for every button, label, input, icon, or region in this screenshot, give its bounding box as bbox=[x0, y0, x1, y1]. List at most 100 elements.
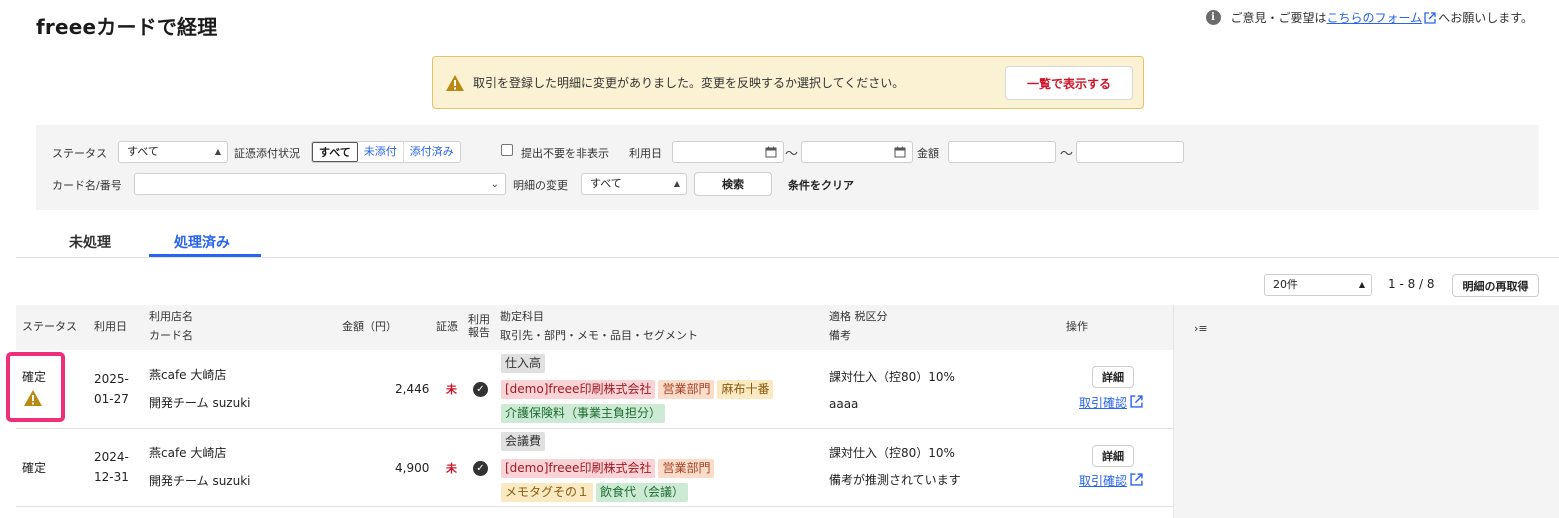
row-amount: 4,900 bbox=[395, 461, 430, 475]
memo-tag: 麻布十番 bbox=[717, 380, 774, 399]
table-row[interactable]: 確定 2025- 01-27 燕cafe 大崎店 開発チーム suzuki 2,… bbox=[16, 351, 1173, 429]
item-tag: 飲食代（会議） bbox=[596, 483, 689, 502]
header-report-2: 報告 bbox=[468, 326, 490, 339]
calendar-icon[interactable] bbox=[894, 146, 906, 158]
partner-tag: [demo]freee印刷株式会社 bbox=[501, 380, 656, 399]
select-arrows-icon: ▲ bbox=[214, 147, 221, 156]
feedback-form-link[interactable]: こちらのフォーム bbox=[1327, 9, 1423, 26]
row-tags-line2: 介護保険料（事業主負担分） bbox=[501, 404, 668, 423]
table-header: ステータス 利用日 利用店名 カード名 金額（円） 証憑 利用 報告 勘定科目 … bbox=[16, 305, 1173, 350]
header-card: カード名 bbox=[149, 329, 193, 342]
attach-option-all[interactable]: すべて bbox=[312, 142, 358, 162]
header-account: 勘定科目 bbox=[500, 310, 544, 323]
hide-unneeded-label: 提出不要を非表示 bbox=[521, 147, 609, 160]
row-tax: 課対仕入（控80）10% bbox=[829, 446, 955, 460]
header-status: ステータス bbox=[22, 320, 77, 333]
change-filter-label: 明細の変更 bbox=[513, 179, 568, 192]
account-tag: 会議費 bbox=[501, 432, 546, 451]
row-store: 燕cafe 大崎店 bbox=[149, 446, 227, 460]
clear-filters-button[interactable]: 条件をクリア bbox=[788, 177, 854, 193]
expand-panel-icon[interactable]: ›≡ bbox=[1194, 322, 1208, 335]
hide-unneeded-checkbox[interactable] bbox=[501, 144, 513, 156]
status-filter-label: ステータス bbox=[52, 147, 107, 160]
header-memo: 備考 bbox=[829, 329, 851, 342]
detail-button[interactable]: 詳細 bbox=[1092, 366, 1134, 388]
header-amount: 金額（円） bbox=[342, 320, 397, 333]
header-report-1: 利用 bbox=[468, 313, 490, 326]
search-button[interactable]: 検索 bbox=[694, 172, 772, 196]
change-select-value: すべて bbox=[590, 177, 622, 190]
row-tags-line1: [demo]freee印刷株式会社 営業部門 bbox=[501, 459, 717, 478]
card-select[interactable]: ⌄ bbox=[134, 173, 506, 195]
tab-processed[interactable]: 処理済み bbox=[174, 232, 230, 252]
row-tax: 課対仕入（控80）10% bbox=[829, 370, 955, 384]
attach-option-unattached[interactable]: 未添付 bbox=[358, 142, 404, 162]
date-from-input[interactable] bbox=[672, 141, 784, 163]
amount-max-input[interactable] bbox=[1076, 141, 1184, 163]
row-evidence-status: 未 bbox=[446, 383, 457, 396]
row-date-day: 12-31 bbox=[94, 470, 129, 484]
status-select[interactable]: すべて ▲ bbox=[118, 141, 228, 163]
department-tag: 営業部門 bbox=[658, 380, 715, 399]
row-card: 開発チーム suzuki bbox=[149, 396, 251, 410]
feedback-suffix: へお願いします。 bbox=[1438, 11, 1533, 25]
row-date-year: 2025- bbox=[94, 372, 129, 386]
report-check-icon: ✓ bbox=[473, 459, 488, 476]
row-date-year: 2024- bbox=[94, 450, 129, 464]
change-select[interactable]: すべて ▲ bbox=[581, 173, 687, 195]
row-evidence-status: 未 bbox=[446, 462, 457, 475]
select-arrows-icon: ▲ bbox=[1358, 280, 1365, 289]
attach-option-attached[interactable]: 添付済み bbox=[404, 142, 460, 162]
row-tags-line2: メモタグその１ 飲食代（会議） bbox=[501, 483, 691, 502]
row-status: 確定 bbox=[22, 461, 47, 475]
tab-unprocessed[interactable]: 未処理 bbox=[69, 232, 111, 252]
amount-filter-label: 金額 bbox=[917, 147, 939, 160]
account-tag: 仕入高 bbox=[501, 354, 546, 373]
row-tags-line1: [demo]freee印刷株式会社 営業部門 麻布十番 bbox=[501, 380, 776, 399]
header-qualified-tax: 適格 税区分 bbox=[829, 310, 888, 323]
confirm-transaction-link[interactable]: 取引確認 bbox=[1079, 394, 1145, 411]
row-memo: 備考が推測されています bbox=[829, 473, 961, 487]
row-store: 燕cafe 大崎店 bbox=[149, 368, 227, 382]
row-account: 仕入高 bbox=[501, 354, 548, 373]
select-arrows-icon: ▲ bbox=[673, 179, 680, 188]
external-link-icon[interactable] bbox=[1424, 11, 1436, 24]
confirm-transaction-link[interactable]: 取引確認 bbox=[1079, 472, 1145, 489]
amount-min-input[interactable] bbox=[948, 141, 1056, 163]
feedback-notice: i ご意見・ご要望は こちらのフォーム へお願いします。 bbox=[1205, 9, 1533, 26]
info-icon: i bbox=[1205, 10, 1221, 25]
item-tag: 介護保険料（事業主負担分） bbox=[501, 404, 666, 423]
pagination-range: 1 - 8 / 8 bbox=[1388, 277, 1435, 291]
header-actions: 操作 bbox=[1066, 320, 1088, 333]
row-memo: aaaa bbox=[829, 397, 859, 411]
change-alert: 取引を登録した明細に変更がありました。変更を反映するか選択してください。 一覧で… bbox=[432, 56, 1144, 109]
amount-range-separator: 〜 bbox=[1060, 147, 1074, 162]
external-link-icon[interactable] bbox=[1130, 395, 1143, 408]
status-select-value: すべて bbox=[127, 145, 159, 158]
card-filter-label: カード名/番号 bbox=[52, 179, 122, 192]
report-check-icon: ✓ bbox=[473, 380, 488, 397]
per-page-select[interactable]: 20件 ▲ bbox=[1264, 274, 1372, 296]
header-details: 取引先・部門・メモ・品目・セグメント bbox=[500, 329, 698, 342]
row-date-day: 01-27 bbox=[94, 392, 129, 406]
per-page-value: 20件 bbox=[1273, 278, 1298, 291]
partner-tag: [demo]freee印刷株式会社 bbox=[501, 459, 656, 478]
highlight-box bbox=[6, 352, 65, 422]
detail-button[interactable]: 詳細 bbox=[1092, 445, 1134, 467]
external-link-icon[interactable] bbox=[1130, 473, 1143, 486]
feedback-prefix: ご意見・ご要望は bbox=[1230, 11, 1327, 25]
side-panel: ›≡ bbox=[1173, 305, 1559, 518]
table-row[interactable]: 確定 2024- 12-31 燕cafe 大崎店 開発チーム suzuki 4,… bbox=[16, 429, 1173, 507]
date-to-input[interactable] bbox=[801, 141, 913, 163]
row-card: 開発チーム suzuki bbox=[149, 474, 251, 488]
warning-icon bbox=[446, 74, 464, 91]
filter-panel: ステータス すべて ▲ 証憑添付状況 すべて 未添付 添付済み 提出不要を非表示… bbox=[36, 125, 1539, 210]
header-date: 利用日 bbox=[94, 320, 127, 333]
memo-tag: メモタグその１ bbox=[501, 483, 594, 502]
department-tag: 営業部門 bbox=[658, 459, 715, 478]
attach-segment: すべて 未添付 添付済み bbox=[311, 141, 461, 163]
show-list-button[interactable]: 一覧で表示する bbox=[1005, 66, 1133, 100]
calendar-icon[interactable] bbox=[765, 146, 777, 158]
refetch-statements-button[interactable]: 明細の再取得 bbox=[1452, 274, 1539, 297]
header-evidence: 証憑 bbox=[436, 320, 458, 333]
